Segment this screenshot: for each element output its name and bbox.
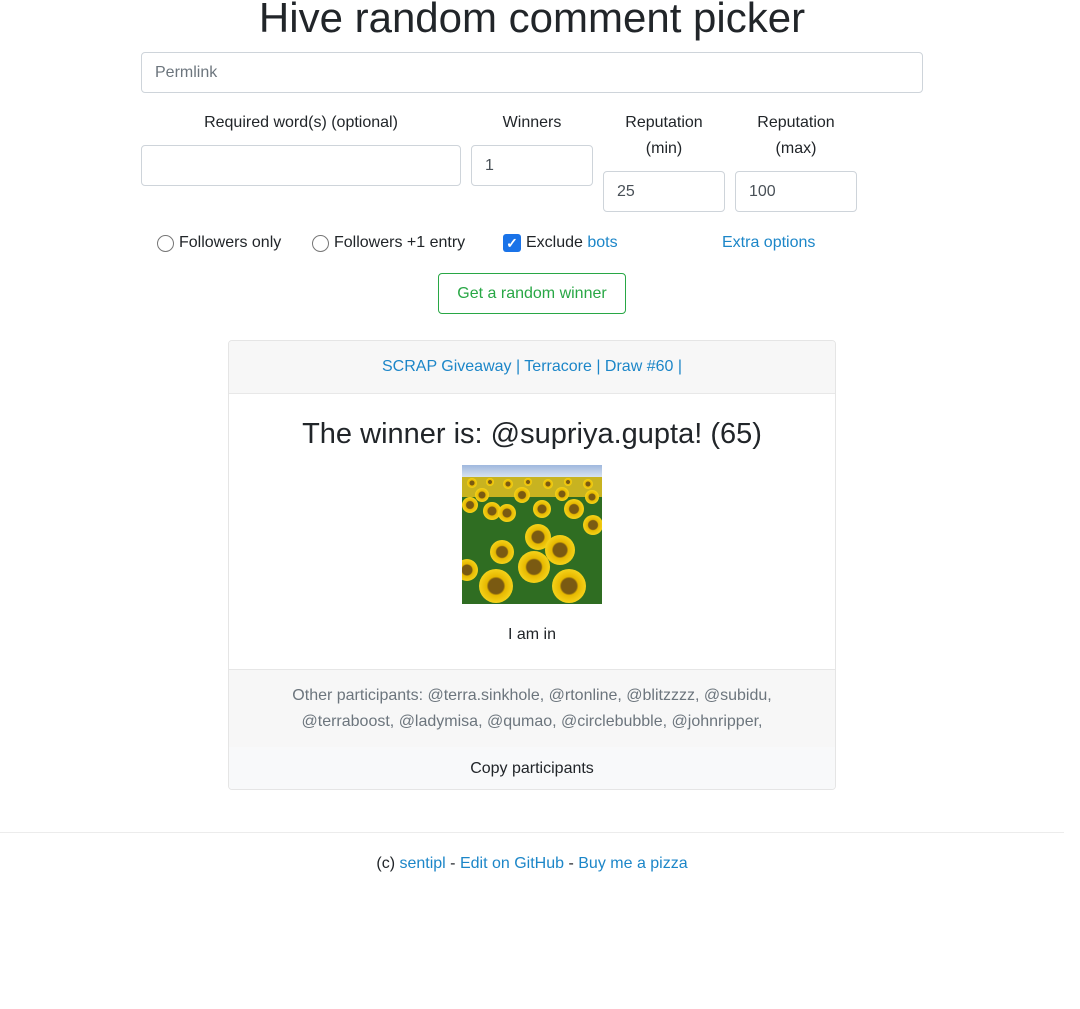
footer-separator: - bbox=[450, 855, 456, 872]
page-footer: (c) sentipl - Edit on GitHub - Buy me a … bbox=[0, 853, 1064, 875]
copyright-prefix: (c) bbox=[376, 855, 396, 872]
followers-plus-one-option[interactable]: Followers +1 entry bbox=[312, 232, 465, 254]
page-title: Hive random comment picker bbox=[258, 0, 806, 41]
participants-line-1: Other participants: @terra.sinkhole, @rt… bbox=[292, 687, 772, 704]
rep-min-input[interactable] bbox=[603, 171, 725, 212]
donate-link[interactable]: Buy me a pizza bbox=[578, 855, 687, 872]
required-words-input[interactable] bbox=[141, 145, 461, 186]
other-participants: Other participants: @terra.sinkhole, @rt… bbox=[229, 670, 835, 735]
result-card-header: SCRAP Giveaway | Terracore | Draw #60 | bbox=[229, 341, 835, 394]
followers-only-label: Followers only bbox=[179, 234, 282, 251]
sunflower-field-image bbox=[462, 465, 602, 604]
followers-plus-one-label: Followers +1 entry bbox=[334, 234, 466, 251]
required-words-label: Required word(s) (optional) bbox=[204, 114, 398, 131]
permlink-input[interactable] bbox=[141, 52, 923, 93]
rep-max-label-line2: (max) bbox=[775, 140, 817, 157]
avatar-image-icon bbox=[462, 465, 602, 604]
rep-min-label: Reputation (min) bbox=[603, 110, 725, 162]
result-card-footer: Other participants: @terra.sinkhole, @rt… bbox=[229, 669, 835, 789]
copy-participants-button[interactable]: Copy participants bbox=[229, 747, 835, 789]
rep-max-label: Reputation (max) bbox=[735, 110, 857, 162]
winners-label: Winners bbox=[502, 114, 562, 131]
author-link[interactable]: sentipl bbox=[399, 855, 445, 872]
checkmark-icon: ✓ bbox=[506, 235, 518, 251]
get-random-winner-button[interactable]: Get a random winner bbox=[438, 273, 626, 314]
winner-comment: I am in bbox=[507, 626, 556, 643]
rep-max-label-line1: Reputation bbox=[757, 114, 835, 131]
page: Hive random comment picker Required word… bbox=[0, 0, 1080, 1009]
github-link[interactable]: Edit on GitHub bbox=[460, 855, 564, 872]
rep-min-label-line2: (min) bbox=[645, 140, 683, 157]
rep-max-input[interactable] bbox=[735, 171, 857, 212]
bots-link[interactable]: bots bbox=[587, 232, 617, 254]
winner-text: The winner is: @supriya.gupta! (65) bbox=[302, 418, 762, 450]
footer-divider bbox=[0, 832, 1064, 833]
exclude-label: Exclude bbox=[526, 234, 583, 251]
post-title-link[interactable]: SCRAP Giveaway | Terracore | Draw #60 | bbox=[382, 358, 682, 375]
result-card-body: The winner is: @supriya.gupta! (65) I am… bbox=[229, 394, 835, 669]
followers-plus-one-radio[interactable] bbox=[312, 234, 329, 252]
rep-min-label-line1: Reputation bbox=[625, 114, 703, 131]
followers-only-radio[interactable] bbox=[157, 234, 174, 252]
footer-separator: - bbox=[568, 855, 574, 872]
exclude-bots-checkbox[interactable]: ✓ bbox=[503, 234, 521, 252]
followers-only-option[interactable]: Followers only bbox=[157, 232, 281, 254]
exclude-bots-option[interactable]: ✓ Exclude bots bbox=[503, 232, 618, 254]
winners-input[interactable] bbox=[471, 145, 593, 186]
result-card: SCRAP Giveaway | Terracore | Draw #60 | … bbox=[228, 340, 836, 790]
extra-options-link[interactable]: Extra options bbox=[722, 232, 815, 254]
participants-line-2: @terraboost, @ladymisa, @qumao, @circleb… bbox=[301, 713, 763, 730]
